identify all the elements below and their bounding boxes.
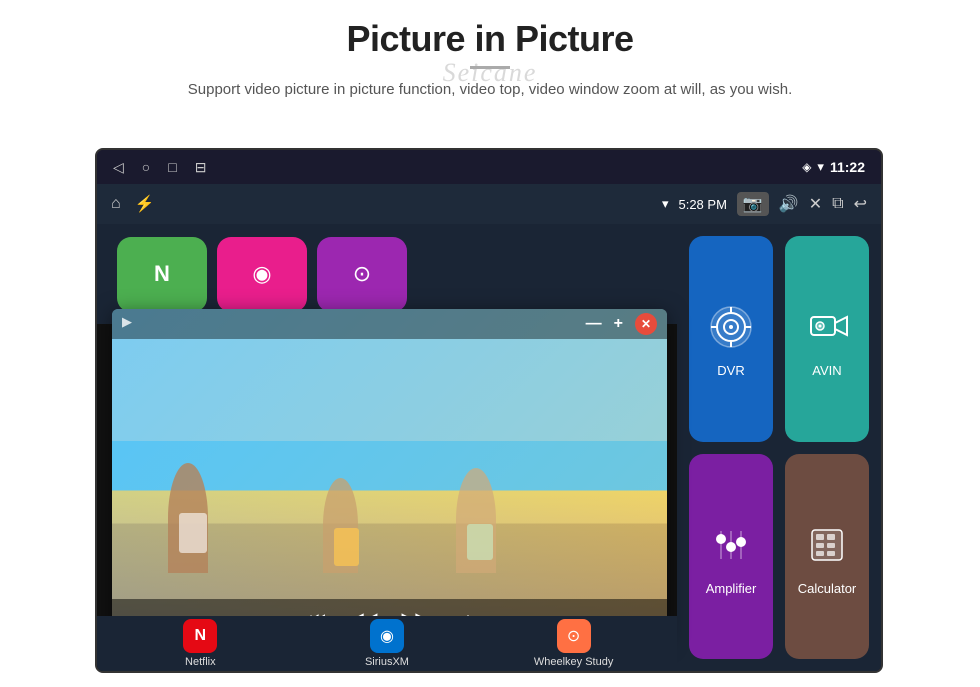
sirius-top-icon[interactable]: ◉ — [217, 237, 307, 312]
usb-icon[interactable]: ⚡ — [135, 194, 155, 214]
status-bar: ◁ ○ □ ⊟ ◈ ▾ 11:22 — [97, 150, 881, 184]
wheelkey-top-icon[interactable]: ⊙ — [317, 237, 407, 312]
device-frame: ◁ ○ □ ⊟ ◈ ▾ 11:22 ⌂ ⚡ ▾ 5:28 PM 📷 🔊 ✕ ⧉ … — [95, 148, 883, 673]
pip-play-icon: ▶ — [122, 314, 132, 330]
app-bar: ⌂ ⚡ ▾ 5:28 PM 📷 🔊 ✕ ⧉ ↩ — [97, 184, 881, 224]
nav-icons: ◁ ○ □ ⊟ — [113, 159, 206, 176]
dvr-tile[interactable]: DVR — [689, 236, 773, 442]
header-section: Picture in Picture Seicane Support video… — [0, 0, 980, 112]
netflix-bottom-icon: N — [183, 619, 217, 653]
netflix-label: Netflix — [185, 656, 216, 668]
right-app-grid: DVR AVIN — [677, 224, 881, 671]
pip-minimize-btn[interactable]: — — [586, 315, 602, 333]
sirius-label: SiriusXM — [365, 656, 409, 668]
wheelkey-label: Wheelkey Study — [534, 656, 613, 668]
amplifier-tile[interactable]: Amplifier — [689, 454, 773, 660]
netflix-top-icon[interactable]: N — [117, 237, 207, 312]
location-icon: ◈ — [802, 160, 811, 174]
pip-close-btn[interactable]: ✕ — [635, 313, 657, 335]
status-bar-right: ◈ ▾ 11:22 — [802, 159, 865, 175]
camera-icon[interactable]: 📷 — [737, 192, 769, 216]
back-nav-icon[interactable]: ◁ — [113, 159, 124, 176]
home-nav-icon[interactable]: ○ — [142, 159, 150, 175]
home-icon[interactable]: ⌂ — [111, 195, 121, 213]
pip-top-controls: — + ✕ — [586, 313, 657, 335]
amplifier-label: Amplifier — [706, 581, 757, 596]
wifi-status-icon: ▾ — [817, 159, 824, 175]
amplifier-icon — [703, 517, 759, 573]
page-title: Picture in Picture — [60, 18, 920, 60]
wifi-appbar-icon: ▾ — [662, 196, 669, 212]
close-app-icon[interactable]: ✕ — [809, 194, 822, 214]
left-panel: N ◉ ⊙ ▶ — + ✕ — [97, 224, 677, 671]
bottom-app-row: N Netflix ◉ SiriusXM ⊙ Wheelkey Study — [97, 616, 677, 671]
recent-nav-icon[interactable]: □ — [168, 159, 176, 175]
appbar-time: 5:28 PM — [678, 197, 726, 212]
pip-maximize-btn[interactable]: + — [614, 315, 623, 333]
dvr-label: DVR — [717, 363, 744, 378]
app-bar-right: ▾ 5:28 PM 📷 🔊 ✕ ⧉ ↩ — [662, 192, 867, 216]
avin-tile[interactable]: AVIN — [785, 236, 869, 442]
status-time: 11:22 — [830, 159, 865, 175]
wheelkey-bottom-item[interactable]: ⊙ Wheelkey Study — [480, 619, 667, 668]
pip-header: ▶ — + ✕ — [112, 309, 667, 339]
title-divider — [470, 66, 510, 69]
sirius-bottom-icon: ◉ — [370, 619, 404, 653]
calculator-label: Calculator — [798, 581, 857, 596]
calculator-tile[interactable]: Calculator — [785, 454, 869, 660]
calculator-icon — [799, 517, 855, 573]
app-bar-left: ⌂ ⚡ — [111, 194, 155, 214]
main-area: N ◉ ⊙ ▶ — + ✕ — [97, 224, 881, 671]
avin-label: AVIN — [812, 363, 841, 378]
sirius-bottom-item[interactable]: ◉ SiriusXM — [294, 619, 481, 668]
menu-nav-icon[interactable]: ⊟ — [195, 159, 207, 176]
video-content — [112, 309, 667, 639]
dvr-icon — [703, 299, 759, 355]
back-app-icon[interactable]: ↩ — [854, 194, 867, 214]
pip-window[interactable]: ▶ — + ✕ — [112, 309, 667, 639]
avin-icon — [799, 299, 855, 355]
subtitle: Support video picture in picture functio… — [60, 79, 920, 102]
volume-icon[interactable]: 🔊 — [779, 194, 799, 214]
pip-mode-icon[interactable]: ⧉ — [832, 195, 843, 213]
wheelkey-bottom-icon: ⊙ — [557, 619, 591, 653]
netflix-bottom-item[interactable]: N Netflix — [107, 619, 294, 668]
